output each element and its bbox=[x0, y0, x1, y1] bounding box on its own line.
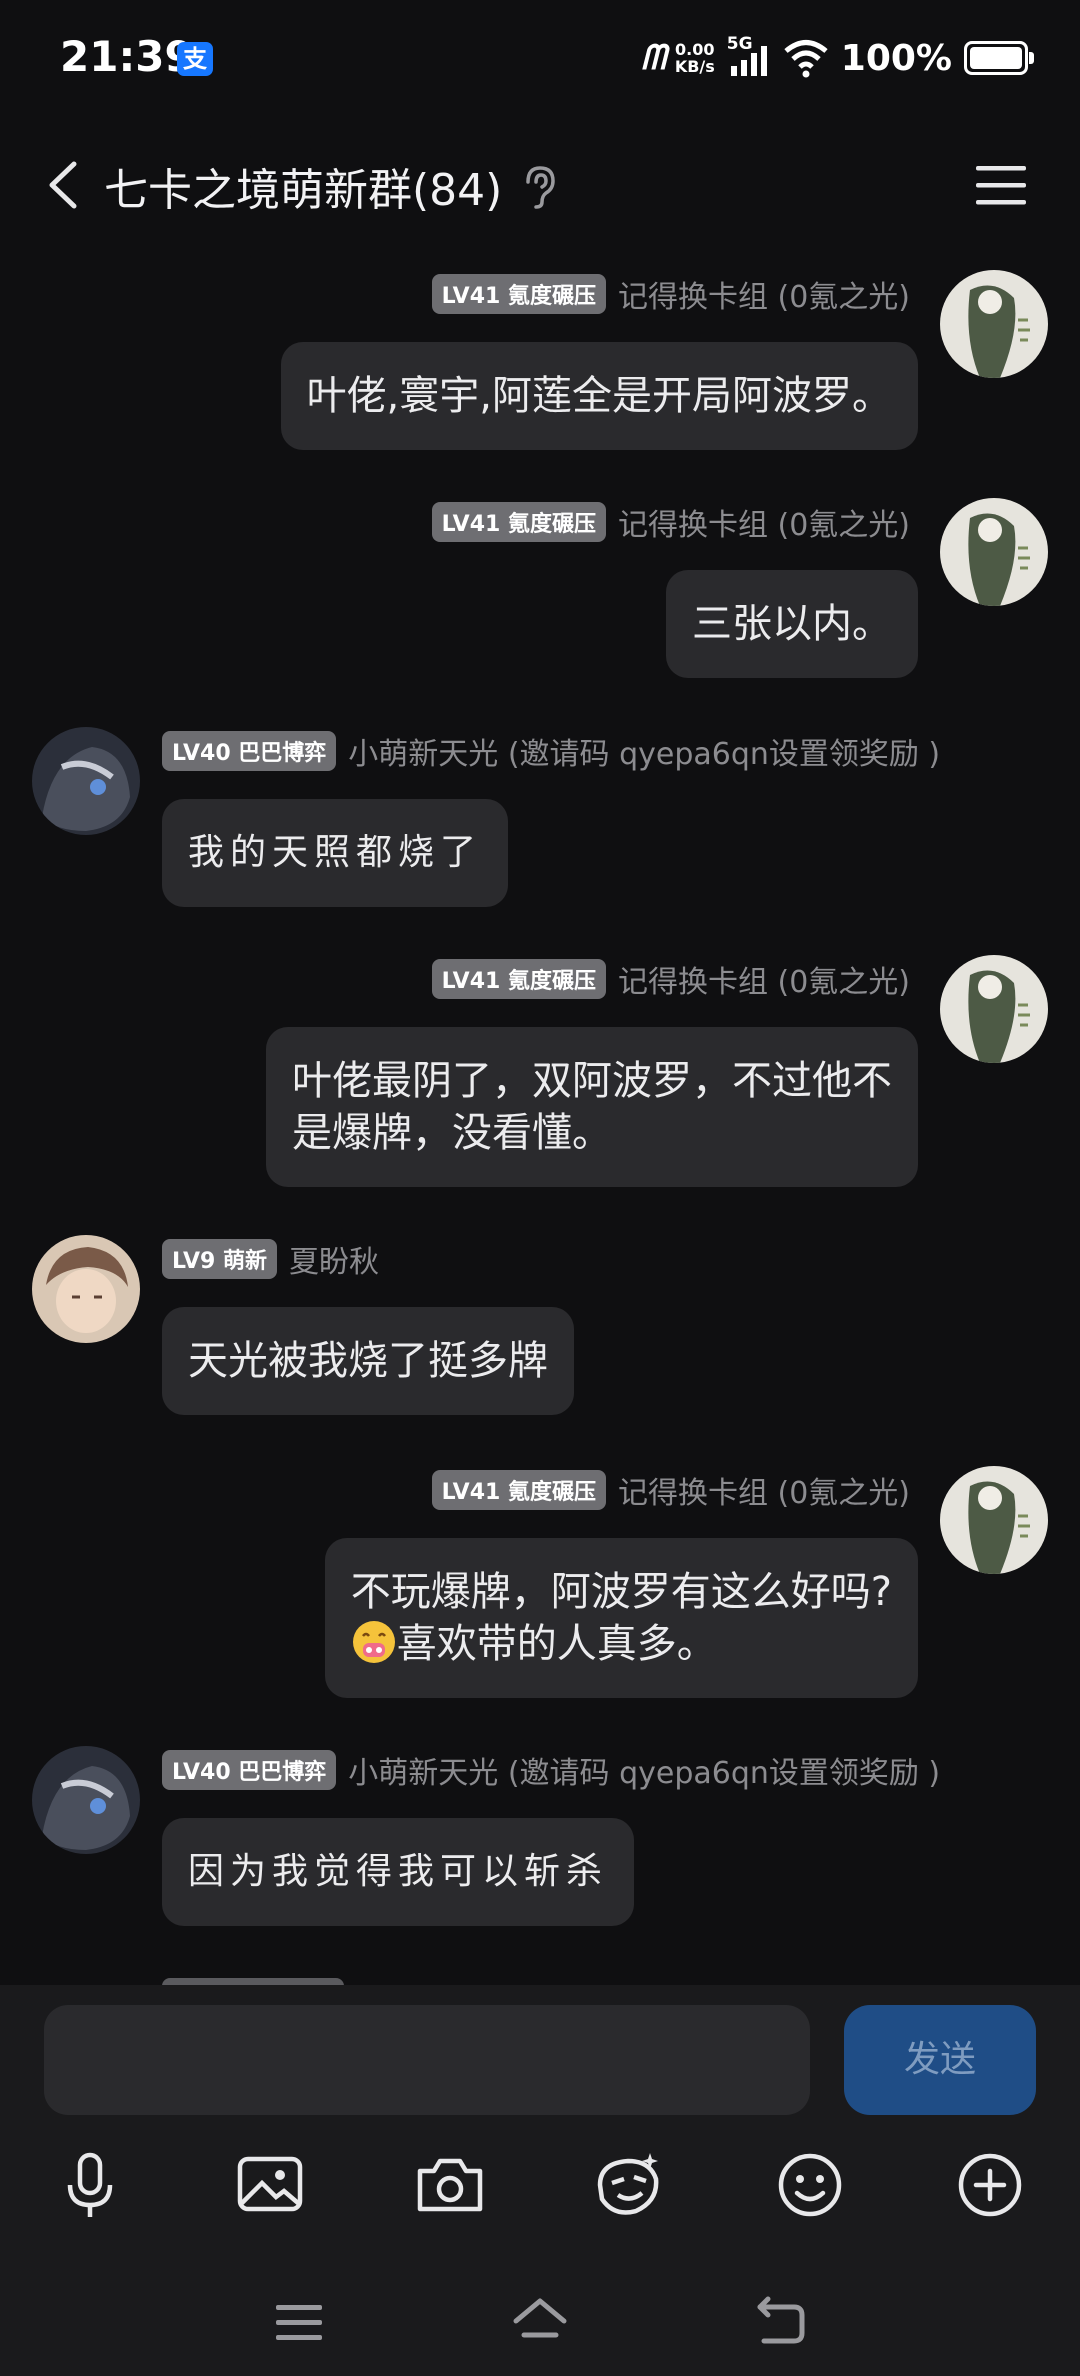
message-bubble[interactable]: 叶佬,寰宇,阿莲全是开局阿波罗。 bbox=[280, 342, 918, 450]
image-icon[interactable] bbox=[230, 2145, 310, 2225]
level-badge: LV40 巴巴博弈 bbox=[162, 1750, 337, 1790]
sender-name[interactable]: 夏盼秋 bbox=[289, 1237, 379, 1281]
message-text: 因为我觉得我可以斩杀 bbox=[188, 1851, 609, 1892]
message-item: LV41 氪度碾压 记得换卡组 (0氪之光) 叶佬最阴了，双阿波罗，不过他不 是… bbox=[0, 935, 1080, 1195]
system-nav-bar bbox=[0, 2255, 1080, 2376]
sender-name[interactable]: 记得换卡组 (0氪之光) bbox=[618, 1468, 910, 1512]
message-text: 三张以内。 bbox=[692, 601, 892, 647]
avatar[interactable] bbox=[32, 1746, 140, 1854]
sender-name[interactable]: 记得换卡组 (0氪之光) bbox=[618, 272, 910, 316]
level-badge: LV41 氪度碾压 bbox=[431, 502, 606, 542]
message-meta: LV9 萌新 夏盼秋 bbox=[162, 1237, 379, 1281]
signal-icon: 5G bbox=[727, 34, 771, 78]
message-item: LV41 氪度碾压 记得换卡组 (0氪之光) 叶佬,寰宇,阿莲全是开局阿波罗。 bbox=[0, 250, 1080, 460]
level-badge: LV40 巴巴博弈 bbox=[162, 731, 337, 771]
level-badge: LV41 氪度碾压 bbox=[431, 274, 606, 314]
wifi-icon bbox=[784, 40, 828, 78]
sticker-icon[interactable] bbox=[588, 2145, 668, 2225]
menu-icon[interactable] bbox=[270, 2295, 330, 2351]
message-text: 叶佬,寰宇,阿莲全是开局阿波罗。 bbox=[306, 373, 892, 419]
message-item: LV41 氪度碾压 记得换卡组 (0氪之光) 三张以内。 bbox=[0, 478, 1080, 688]
back-icon[interactable] bbox=[32, 150, 102, 220]
avatar[interactable] bbox=[940, 1466, 1048, 1574]
emoji-icon[interactable] bbox=[770, 2145, 850, 2225]
message-input[interactable] bbox=[44, 2005, 810, 2115]
message-item: LV9 萌新 夏盼秋 天光被我烧了挺多牌 bbox=[0, 1215, 1080, 1425]
sender-name[interactable]: 记得换卡组 (0氪之光) bbox=[618, 957, 910, 1001]
chat-header: 七卡之境萌新群(84) bbox=[0, 130, 1080, 240]
partial-level-badge bbox=[162, 1978, 344, 1985]
composer: 发送 bbox=[0, 1985, 1080, 2376]
message-text-line: 喜欢带的人真多。 bbox=[396, 1621, 717, 1667]
page-title[interactable]: 七卡之境萌新群(84) bbox=[104, 154, 502, 218]
menu-icon[interactable] bbox=[972, 160, 1032, 210]
message-text-line: 叶佬最阴了，双阿波罗，不过他不 bbox=[292, 1058, 892, 1104]
money-mouth-face-emoji bbox=[352, 1621, 395, 1663]
battery-percent: 100% bbox=[840, 37, 952, 79]
message-bubble[interactable]: 天光被我烧了挺多牌 bbox=[162, 1307, 574, 1415]
sender-name[interactable]: 小萌新天光 (邀请码 qyepa6qn设置领奖励 ) bbox=[348, 729, 940, 773]
message-bubble[interactable]: 三张以内。 bbox=[666, 570, 918, 678]
message-meta: LV40 巴巴博弈 小萌新天光 (邀请码 qyepa6qn设置领奖励 ) bbox=[162, 729, 940, 773]
message-meta: LV41 氪度碾压 记得换卡组 (0氪之光) bbox=[431, 500, 910, 544]
home-icon[interactable] bbox=[510, 2295, 570, 2351]
net-speed: 0.00 KB/s bbox=[675, 41, 715, 75]
battery-icon bbox=[964, 41, 1034, 75]
message-bubble[interactable]: 不玩爆牌，阿波罗有这么好吗? 喜欢带的人真多。 bbox=[324, 1538, 918, 1698]
message-list[interactable]: LV41 氪度碾压 记得换卡组 (0氪之光) 叶佬,寰宇,阿莲全是开局阿波罗。 … bbox=[0, 250, 1080, 1985]
message-meta: LV40 巴巴博弈 小萌新天光 (邀请码 qyepa6qn设置领奖励 ) bbox=[162, 1748, 940, 1792]
ear-icon[interactable] bbox=[520, 164, 560, 210]
message-bubble[interactable]: 叶佬最阴了，双阿波罗，不过他不 是爆牌，没看懂。 bbox=[266, 1027, 918, 1187]
message-text-line: 是爆牌，没看懂。 bbox=[292, 1110, 612, 1156]
net-speed-unit: KB/s bbox=[674, 57, 715, 76]
plus-icon[interactable] bbox=[950, 2145, 1030, 2225]
avatar[interactable] bbox=[32, 1235, 140, 1343]
avatar[interactable] bbox=[940, 955, 1048, 1063]
microphone-icon[interactable] bbox=[50, 2145, 130, 2225]
message-text-line: 不玩爆牌，阿波罗有这么好吗? bbox=[350, 1569, 892, 1615]
message-item: LV40 巴巴博弈 小萌新天光 (邀请码 qyepa6qn设置领奖励 ) 因为我… bbox=[0, 1726, 1080, 1936]
message-meta: LV41 氪度碾压 记得换卡组 (0氪之光) bbox=[431, 1468, 910, 1512]
avatar[interactable] bbox=[940, 498, 1048, 606]
level-badge: LV41 氪度碾压 bbox=[431, 959, 606, 999]
status-indicators: ᗰ 0.00 KB/s 5G 100% bbox=[641, 34, 1034, 82]
level-badge: LV41 氪度碾压 bbox=[431, 1470, 606, 1510]
level-badge: LV9 萌新 bbox=[162, 1239, 277, 1279]
message-item: LV41 氪度碾压 记得换卡组 (0氪之光) 不玩爆牌，阿波罗有这么好吗? 喜欢… bbox=[0, 1446, 1080, 1706]
message-item: LV40 巴巴博弈 小萌新天光 (邀请码 qyepa6qn设置领奖励 ) 我的天… bbox=[0, 707, 1080, 917]
back-icon[interactable] bbox=[750, 2295, 810, 2351]
message-bubble[interactable]: 我的天照都烧了 bbox=[162, 799, 509, 907]
message-meta: LV41 氪度碾压 记得换卡组 (0氪之光) bbox=[431, 957, 910, 1001]
message-text: 天光被我烧了挺多牌 bbox=[188, 1338, 548, 1384]
avatar[interactable] bbox=[32, 727, 140, 835]
status-time: 21:39 bbox=[60, 32, 194, 81]
message-bubble[interactable]: 因为我觉得我可以斩杀 bbox=[162, 1818, 635, 1926]
carrier-icon: ᗰ bbox=[641, 38, 666, 78]
send-button[interactable]: 发送 bbox=[844, 2005, 1036, 2115]
message-text: 我的天照都烧了 bbox=[188, 832, 483, 873]
sender-name[interactable]: 小萌新天光 (邀请码 qyepa6qn设置领奖励 ) bbox=[348, 1748, 940, 1792]
avatar[interactable] bbox=[940, 270, 1048, 378]
sender-name[interactable]: 记得换卡组 (0氪之光) bbox=[618, 500, 910, 544]
message-meta: LV41 氪度碾压 记得换卡组 (0氪之光) bbox=[431, 272, 910, 316]
status-bar: 21:39 支 ᗰ 0.00 KB/s 5G 100% bbox=[0, 0, 1080, 120]
camera-icon[interactable] bbox=[410, 2145, 490, 2225]
alipay-icon: 支 bbox=[177, 42, 213, 76]
composer-toolbar bbox=[0, 2145, 1080, 2235]
